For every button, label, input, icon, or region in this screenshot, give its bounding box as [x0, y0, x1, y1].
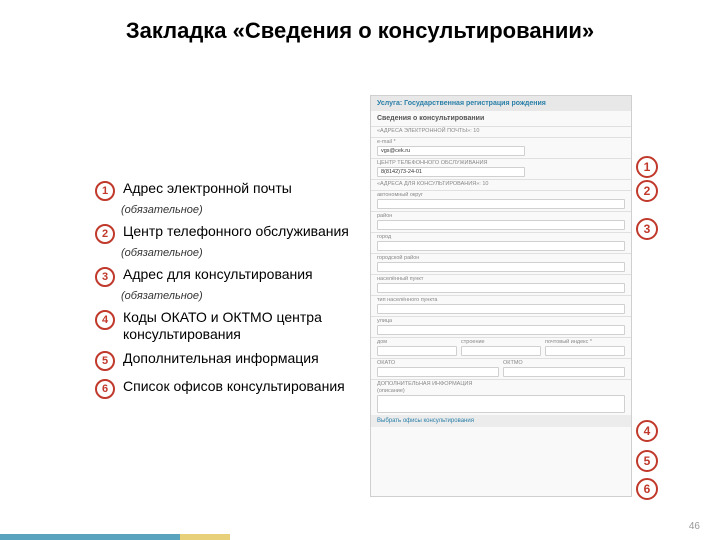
footer-accent-bar	[0, 534, 180, 540]
legend-item-1: 1 Адрес электронной почты	[95, 180, 355, 201]
marker-5: 5	[636, 450, 658, 472]
legend-badge-3: 3	[95, 267, 115, 287]
legend-item-3: 3 Адрес для консультирования	[95, 266, 355, 287]
sc-settlement-field[interactable]	[377, 283, 625, 293]
sc-place-label: тип населённого пункта	[377, 297, 625, 303]
sc-phone-field[interactable]: 8(8142)73-24-01	[377, 167, 525, 177]
sc-city-label: город	[377, 234, 625, 240]
legend-text-2: Центр телефонного обслуживания	[123, 223, 349, 240]
marker-4: 4	[636, 420, 658, 442]
legend-optional-1: (обязательное)	[121, 204, 355, 216]
marker-6: 6	[636, 478, 658, 500]
marker-1: 1	[636, 156, 658, 178]
sc-district-label: район	[377, 213, 625, 219]
sc-district-field[interactable]	[377, 220, 625, 230]
sc-city-field[interactable]	[377, 241, 625, 251]
sc-extra-label: ДОПОЛНИТЕЛЬНАЯ ИНФОРМАЦИЯ	[377, 381, 625, 387]
sc-street-field[interactable]	[377, 325, 625, 335]
sc-section-title: Сведения о консультировании	[371, 111, 631, 126]
legend-item-6: 6 Список офисов консультирования	[95, 378, 355, 399]
sc-service-title: Услуга: Государственная регистрация рожд…	[371, 96, 631, 111]
sc-region-field[interactable]	[377, 199, 625, 209]
sc-addr-label: «АДРЕСА ДЛЯ КОНСУЛЬТИРОВАНИЯ»: 10	[377, 181, 625, 187]
sc-phone-label: ЦЕНТР ТЕЛЕФОННОГО ОБСЛУЖИВАНИЯ	[377, 160, 625, 166]
sc-count-label: «АДРЕСА ЭЛЕКТРОННОЙ ПОЧТЫ»: 10	[377, 128, 625, 134]
sc-index-label: почтовый индекс *	[545, 339, 625, 345]
legend-badge-1: 1	[95, 181, 115, 201]
legend-optional-2: (обязательное)	[121, 247, 355, 259]
sc-region-label: автономный округ	[377, 192, 625, 198]
sc-okato-label: ОКАТО	[377, 360, 499, 366]
marker-2: 2	[636, 180, 658, 202]
sc-house-label: дом	[377, 339, 457, 345]
sc-street-label: улица	[377, 318, 625, 324]
sc-index-field[interactable]	[545, 346, 625, 356]
footer-accent-bar-2	[180, 534, 230, 540]
sc-building-label: строение	[461, 339, 541, 345]
sc-extra-field[interactable]	[377, 395, 625, 413]
legend-text-4: Коды ОКАТО и ОКТМО центра консультирован…	[123, 309, 355, 343]
legend-item-2: 2 Центр телефонного обслуживания	[95, 223, 355, 244]
legend-text-6: Список офисов консультирования	[123, 378, 345, 395]
sc-house-field[interactable]	[377, 346, 457, 356]
sc-place-field[interactable]	[377, 304, 625, 314]
legend-text-3: Адрес для консультирования	[123, 266, 313, 283]
legend-optional-3: (обязательное)	[121, 290, 355, 302]
sc-okato-field[interactable]	[377, 367, 499, 377]
sc-urban-field[interactable]	[377, 262, 625, 272]
form-screenshot: Услуга: Государственная регистрация рожд…	[370, 95, 632, 497]
sc-email-label: e-mail *	[377, 139, 625, 145]
legend-item-4: 4 Коды ОКАТО и ОКТМО центра консультиров…	[95, 309, 355, 343]
sc-urban-label: городской район	[377, 255, 625, 261]
legend-item-5: 5 Дополнительная информация	[95, 350, 355, 371]
legend-badge-6: 6	[95, 379, 115, 399]
legend-text-1: Адрес электронной почты	[123, 180, 292, 197]
sc-extra-sub: (описание)	[377, 388, 625, 394]
sc-building-field[interactable]	[461, 346, 541, 356]
legend-badge-4: 4	[95, 310, 115, 330]
page-number: 46	[689, 521, 700, 532]
legend-badge-5: 5	[95, 351, 115, 371]
sc-email-field[interactable]: vgs@cek.ru	[377, 146, 525, 156]
sc-settlement-label: населённый пункт	[377, 276, 625, 282]
sc-offices-link[interactable]: Выбрать офисы консультирования	[371, 415, 631, 427]
marker-3: 3	[636, 218, 658, 240]
page-title: Закладка «Сведения о консультировании»	[0, 18, 720, 44]
legend-text-5: Дополнительная информация	[123, 350, 319, 367]
sc-oktmo-field[interactable]	[503, 367, 625, 377]
sc-oktmo-label: ОКТМО	[503, 360, 625, 366]
legend-badge-2: 2	[95, 224, 115, 244]
